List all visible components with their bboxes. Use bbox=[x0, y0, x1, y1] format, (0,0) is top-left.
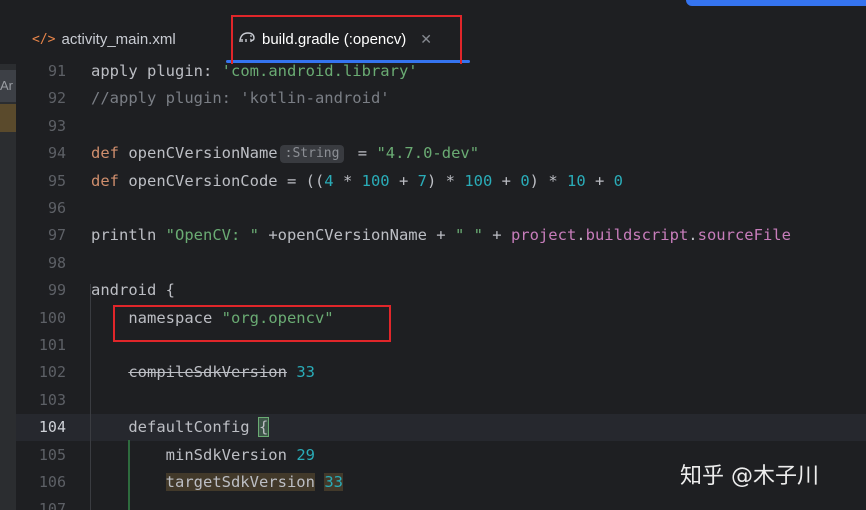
watermark: 知乎 @木子川 bbox=[680, 464, 819, 489]
code-text: println "OpenCV: " +openCVersionName + "… bbox=[91, 222, 791, 249]
code-token: minSdkVersion bbox=[91, 445, 297, 464]
code-token: +openCVersionName + bbox=[258, 226, 455, 245]
code-line[interactable]: 91 apply plugin: 'com.android.library' bbox=[16, 64, 866, 85]
code-token: 'com.android.library' bbox=[221, 64, 418, 80]
code-token: 100 bbox=[464, 171, 493, 190]
code-token: 100 bbox=[361, 171, 390, 190]
code-token: ) * bbox=[426, 171, 465, 190]
line-number: 99 bbox=[47, 281, 66, 300]
code-token: buildscript bbox=[585, 226, 689, 245]
code-token: . bbox=[576, 226, 586, 245]
code-token: + bbox=[389, 171, 418, 190]
code-token: "OpenCV: " bbox=[165, 226, 259, 245]
code-line[interactable]: 98 bbox=[16, 250, 866, 277]
code-line[interactable]: 96 bbox=[16, 195, 866, 222]
code-token: 4 bbox=[324, 171, 334, 190]
code-line[interactable]: 103 bbox=[16, 387, 866, 414]
code-token: 33 bbox=[324, 473, 343, 491]
project-panel-label: Ar bbox=[0, 78, 13, 93]
code-text: apply plugin: 'com.android.library' bbox=[91, 64, 418, 85]
code-line[interactable]: 97 println "OpenCV: " +openCVersionName +… bbox=[16, 222, 866, 249]
code-token: def bbox=[91, 171, 129, 190]
code-token: = bbox=[348, 144, 377, 163]
code-token: * bbox=[333, 171, 362, 190]
code-text: defaultConfig { bbox=[91, 414, 270, 441]
code-line[interactable]: 93 bbox=[16, 113, 866, 140]
code-token: 7 bbox=[417, 171, 427, 190]
line-number: 103 bbox=[38, 390, 66, 409]
code-token: "4.7.0-dev" bbox=[376, 144, 480, 163]
line-number: 107 bbox=[38, 500, 66, 510]
code-token: 29 bbox=[296, 445, 315, 464]
code-token: compileSdkVersion bbox=[128, 363, 287, 382]
code-text: def openCVersionCode = ((4 * 100 + 7) * … bbox=[91, 168, 623, 195]
line-number: 94 bbox=[47, 144, 66, 163]
code-token: def bbox=[91, 144, 129, 163]
code-token: defaultConfig bbox=[91, 418, 259, 437]
tab-label: activity_main.xml bbox=[61, 30, 176, 48]
code-line[interactable]: 92 //apply plugin: 'kotlin-android' bbox=[16, 85, 866, 112]
code-text: //apply plugin: 'kotlin-android' bbox=[91, 85, 390, 112]
xml-file-icon: </> bbox=[32, 31, 56, 47]
code-token: //apply plugin: 'kotlin-android' bbox=[91, 89, 390, 108]
code-line[interactable]: 102 compileSdkVersion 33 bbox=[16, 359, 866, 386]
code-token: + bbox=[585, 171, 614, 190]
line-number: 96 bbox=[47, 199, 66, 217]
code-text: compileSdkVersion 33 bbox=[91, 359, 315, 386]
code-editor[interactable]: 107 106 targetSdkVersion 33 105 minSdkVers… bbox=[16, 64, 866, 510]
indent-guide bbox=[90, 284, 91, 510]
line-number: 100 bbox=[38, 308, 66, 327]
code-token: project bbox=[510, 226, 577, 245]
code-line[interactable]: 95 def openCVersionCode = ((4 * 100 + 7) … bbox=[16, 168, 866, 195]
line-number: 97 bbox=[47, 226, 66, 245]
line-number: 101 bbox=[38, 336, 66, 354]
line-number: 95 bbox=[47, 171, 66, 190]
inlay-type-hint: :String bbox=[279, 145, 345, 164]
code-token: 0 bbox=[613, 171, 623, 190]
project-panel-marker bbox=[0, 104, 16, 132]
code-token: ) * bbox=[529, 171, 567, 190]
code-token: targetSdkVersion bbox=[165, 473, 315, 491]
code-token: { bbox=[257, 417, 270, 438]
top-accent-button[interactable] bbox=[686, 0, 866, 6]
line-number: 104 bbox=[38, 418, 66, 437]
code-token: openCVersionName bbox=[128, 144, 278, 163]
line-number: 102 bbox=[38, 363, 66, 382]
indent-guide-active bbox=[128, 440, 130, 510]
code-line[interactable]: 99 android { bbox=[16, 277, 866, 304]
line-number: 92 bbox=[47, 89, 66, 108]
code-token: println bbox=[91, 226, 166, 245]
code-text: android { bbox=[91, 277, 175, 304]
code-text: def openCVersionName:String = "4.7.0-dev… bbox=[91, 140, 479, 167]
code-text: minSdkVersion 29 bbox=[91, 442, 315, 469]
annotation-box-namespace bbox=[113, 305, 391, 342]
code-token: apply plugin: bbox=[91, 64, 222, 80]
code-token: openCVersionCode = (( bbox=[128, 171, 325, 190]
code-token: 33 bbox=[296, 363, 315, 382]
tab-activity-main-xml[interactable]: </> activity_main.xml bbox=[32, 14, 176, 64]
code-line[interactable]: 94 def openCVersionName:String = "4.7.0-d… bbox=[16, 140, 866, 167]
code-token: sourceFile bbox=[697, 226, 791, 245]
code-token: 10 bbox=[566, 171, 586, 190]
code-token: 0 bbox=[520, 171, 530, 190]
code-token: + bbox=[482, 226, 511, 245]
code-token: . bbox=[688, 226, 698, 245]
line-number: 98 bbox=[47, 253, 66, 272]
code-line[interactable]: 107 bbox=[16, 496, 866, 510]
line-number: 91 bbox=[47, 64, 66, 80]
line-number: 93 bbox=[47, 116, 66, 135]
line-number: 106 bbox=[38, 473, 66, 491]
code-line[interactable]: 104 defaultConfig { bbox=[16, 414, 866, 442]
code-token: " " bbox=[454, 226, 483, 245]
line-number: 105 bbox=[38, 445, 66, 464]
code-token: android { bbox=[91, 281, 175, 300]
code-token: + bbox=[492, 171, 521, 190]
